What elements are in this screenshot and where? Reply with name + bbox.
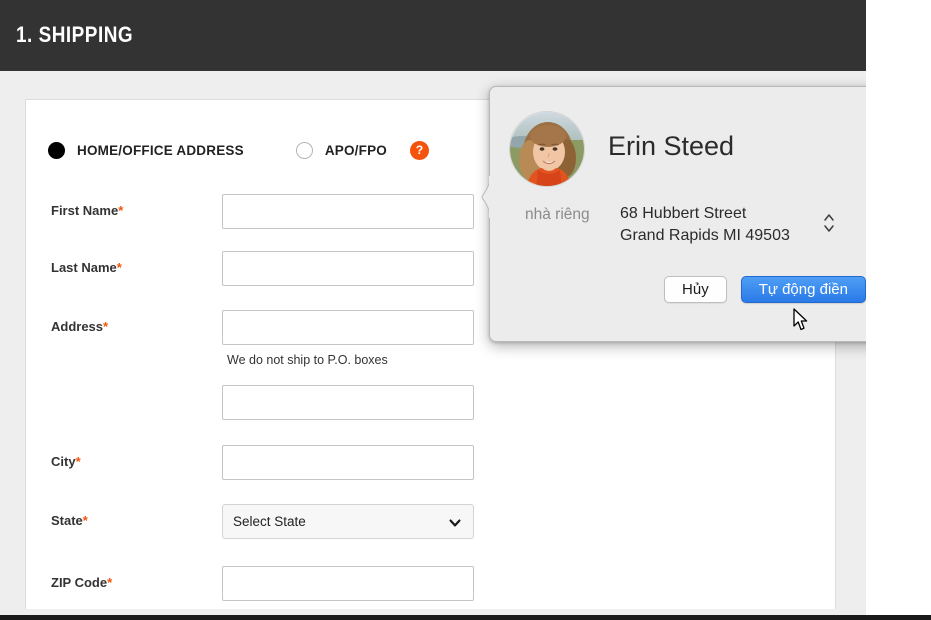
mouse-pointer-icon <box>793 308 809 332</box>
required-marker: * <box>116 260 122 275</box>
right-blank-area <box>866 0 931 615</box>
address-type-radio-group: HOME/OFFICE ADDRESS APO/FPO ? <box>48 138 429 162</box>
zip-code-input[interactable] <box>222 566 474 601</box>
state-select-value: Select State <box>233 514 306 529</box>
popover-pointer-arrow <box>479 175 492 219</box>
shipping-section-header: 1. SHIPPING <box>0 0 866 71</box>
radio-apo-fpo-label: APO/FPO <box>324 142 387 158</box>
chevron-down-icon <box>449 516 461 528</box>
address-line-2: Grand Rapids MI 49503 <box>620 227 790 244</box>
city-input[interactable] <box>222 445 474 480</box>
autofill-button[interactable]: Tự động điền <box>740 276 866 303</box>
autofill-popover: Erin Steed nhà riêng 68 Hubbert Street G… <box>481 86 866 342</box>
page-viewport: 1. SHIPPING HOME/OFFICE ADDRESS APO/FPO … <box>0 0 866 615</box>
contact-avatar <box>509 111 585 187</box>
up-down-stepper-icon[interactable] <box>823 211 835 235</box>
required-marker: * <box>103 319 109 334</box>
radio-apo-fpo[interactable]: APO/FPO <box>295 141 387 159</box>
help-question-icon[interactable]: ? <box>409 140 429 160</box>
page-title: 1. SHIPPING <box>16 22 134 47</box>
last-name-label: Last Name* <box>51 260 122 275</box>
address-label: Address* <box>51 319 109 334</box>
radio-home-office-address[interactable]: HOME/OFFICE ADDRESS <box>48 141 244 159</box>
last-name-input[interactable] <box>222 251 474 286</box>
contact-address: 68 Hubbert Street Grand Rapids MI 49503 <box>620 203 790 247</box>
radio-unselected-icon <box>295 141 313 159</box>
first-name-label: First Name* <box>51 203 124 218</box>
address-helper-text: We do not ship to P.O. boxes <box>227 353 388 367</box>
required-marker: * <box>107 575 113 590</box>
address-line2-input[interactable] <box>222 385 474 420</box>
state-select[interactable]: Select State <box>222 504 474 539</box>
popover-button-row: Hủy Tự động điền <box>490 276 866 303</box>
bottom-edge-strip <box>0 615 931 620</box>
address-line1-input[interactable] <box>222 310 474 345</box>
address-kind-label: nhà riêng <box>525 206 590 223</box>
first-name-input[interactable] <box>222 194 474 229</box>
address-line-1: 68 Hubbert Street <box>620 205 747 222</box>
required-marker: * <box>75 454 81 469</box>
contact-name: Erin Steed <box>608 131 735 161</box>
city-label: City* <box>51 454 81 469</box>
required-marker: * <box>118 203 124 218</box>
radio-home-office-label: HOME/OFFICE ADDRESS <box>77 142 244 158</box>
zip-code-label: ZIP Code* <box>51 575 113 590</box>
state-label: State* <box>51 513 88 528</box>
cancel-button[interactable]: Hủy <box>664 276 727 303</box>
radio-selected-icon <box>48 141 65 159</box>
required-marker: * <box>82 513 88 528</box>
